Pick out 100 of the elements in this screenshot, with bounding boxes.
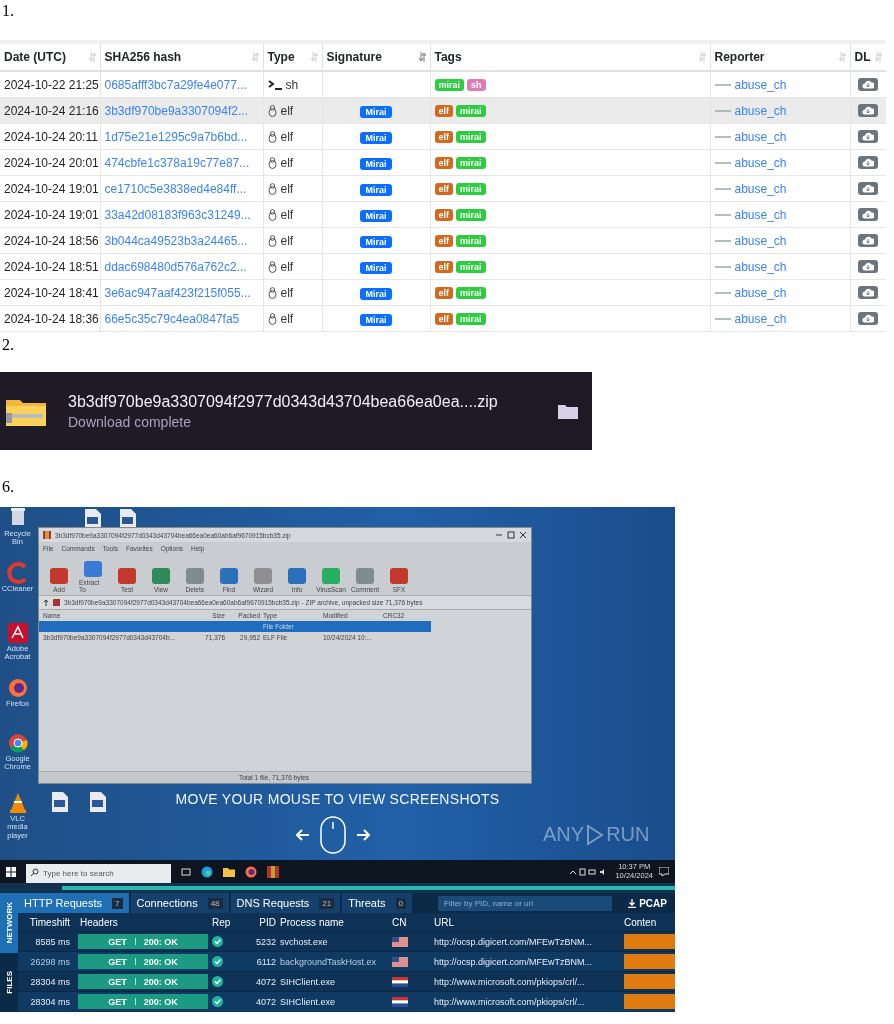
notification-icon[interactable] bbox=[659, 867, 669, 876]
close-icon[interactable] bbox=[519, 531, 527, 539]
archive-app-icon[interactable] bbox=[267, 865, 279, 878]
panel-tab[interactable]: Threats 0 bbox=[342, 893, 412, 913]
fox-globe-icon[interactable] bbox=[245, 865, 257, 878]
reporter-link[interactable]: abuse_ch bbox=[734, 311, 787, 326]
hash-link[interactable]: 474cbfe1c378a19c77e87... bbox=[104, 155, 250, 170]
column-header[interactable]: Timeshift bbox=[18, 916, 74, 928]
hash-link[interactable]: 1d75e21e1295c9a7b6bd... bbox=[104, 129, 248, 144]
table-row[interactable]: 2024-10-24 20:11 1d75e21e1295c9a7b6bd... elf Mirai elf mirai abuse_ch bbox=[0, 123, 886, 150]
document-icon[interactable] bbox=[90, 792, 106, 812]
tag[interactable]: elf bbox=[434, 260, 453, 273]
column-header[interactable]: SHA256 hash bbox=[104, 50, 182, 64]
document-icon[interactable] bbox=[85, 509, 101, 529]
column-header[interactable]: PID bbox=[244, 916, 280, 928]
side-tab[interactable]: NETWORK bbox=[0, 893, 18, 953]
filter-field[interactable]: Filter by PID, name or url bbox=[438, 895, 612, 911]
search-field[interactable]: Type here to search bbox=[26, 864, 171, 883]
folder-icon[interactable] bbox=[223, 866, 235, 877]
download-button[interactable] bbox=[858, 103, 878, 117]
hash-link[interactable]: ddac698480d576a762c2... bbox=[104, 259, 247, 274]
signature-badge[interactable]: Mirai bbox=[360, 261, 392, 274]
tag[interactable]: elf bbox=[434, 208, 453, 221]
panel-tab[interactable]: Connections 48 bbox=[130, 893, 229, 913]
reporter-link[interactable]: abuse_ch bbox=[734, 207, 787, 222]
column-header[interactable]: CN bbox=[392, 916, 428, 928]
column-header[interactable]: Type bbox=[267, 50, 295, 64]
table-row[interactable]: 2024-10-24 18:51 ddac698480d576a762c2... elf Mirai elf mirai abuse_ch bbox=[0, 253, 886, 280]
signature-badge[interactable]: Mirai bbox=[360, 313, 392, 326]
column-header[interactable]: URL bbox=[428, 916, 624, 928]
reporter-link[interactable]: abuse_ch bbox=[734, 181, 787, 196]
folder-icon[interactable] bbox=[558, 403, 578, 419]
table-row[interactable]: 2024-10-22 21:25 0685afff3bc7a29fe4e077... sh mirai sh abuse_ch bbox=[0, 71, 886, 98]
column-header[interactable]: DL bbox=[854, 50, 871, 64]
minimize-icon[interactable] bbox=[495, 531, 503, 539]
tag[interactable]: elf bbox=[434, 312, 453, 325]
cloud-download-icon bbox=[862, 209, 874, 219]
signature-badge[interactable]: Mirai bbox=[360, 157, 392, 170]
column-header[interactable]: Reporter bbox=[714, 50, 765, 64]
download-button[interactable] bbox=[858, 259, 878, 273]
reporter-link[interactable]: abuse_ch bbox=[734, 129, 787, 144]
reporter-link[interactable]: abuse_ch bbox=[734, 77, 787, 92]
reporter-link[interactable]: abuse_ch bbox=[734, 259, 787, 274]
download-button[interactable] bbox=[858, 77, 878, 91]
reporter-link[interactable]: abuse_ch bbox=[734, 155, 787, 170]
download-button[interactable] bbox=[858, 155, 878, 169]
hash-link[interactable]: 0685afff3bc7a29fe4e077... bbox=[104, 77, 247, 92]
reporter-link[interactable]: abuse_ch bbox=[734, 233, 787, 248]
tag[interactable]: elf bbox=[434, 104, 453, 117]
download-button[interactable] bbox=[858, 181, 878, 195]
process-name: SIHClient.exe bbox=[280, 976, 337, 987]
signature-badge[interactable]: Mirai bbox=[360, 131, 392, 144]
windows-logo-icon[interactable] bbox=[6, 866, 16, 877]
table-row[interactable]: 2024-10-24 20:01 474cbfe1c378a19c77e87... elf Mirai elf mirai abuse_ch bbox=[0, 149, 886, 176]
request-row[interactable]: 26298 ms GET 200: OK 6112 backgroundTaskHost.ex http://ocsp.digicert.com/MFEwTzBNM... bbox=[18, 951, 675, 971]
column-header[interactable]: Date (UTC) bbox=[4, 50, 66, 64]
table-row[interactable]: 2024-10-24 19:01 ce1710c5e3838ed4e84ff... elf Mirai elf mirai abuse_ch bbox=[0, 175, 886, 202]
pcap-button[interactable]: PCAP bbox=[622, 896, 675, 910]
up-arrow-icon[interactable] bbox=[43, 599, 49, 606]
column-header[interactable]: Conten bbox=[624, 916, 675, 928]
table-row[interactable]: 2024-10-24 18:56 3b044ca49523b3a24465... elf Mirai elf mirai abuse_ch bbox=[0, 227, 886, 254]
column-header[interactable]: Headers bbox=[74, 916, 212, 928]
reporter-link[interactable]: abuse_ch bbox=[734, 285, 787, 300]
download-button[interactable] bbox=[858, 129, 878, 143]
tag[interactable]: elf bbox=[434, 234, 453, 247]
download-button[interactable] bbox=[858, 207, 878, 221]
document-icon[interactable] bbox=[120, 509, 136, 529]
signature-badge[interactable]: Mirai bbox=[360, 183, 392, 196]
tag[interactable]: elf bbox=[434, 156, 453, 169]
column-header[interactable]: Tags bbox=[434, 50, 462, 64]
table-row[interactable]: 2024-10-24 18:41 3e6ac947aaf423f215f055... elf Mirai elf mirai abuse_ch bbox=[0, 279, 886, 306]
panel-tab[interactable]: DNS Requests 21 bbox=[230, 893, 341, 913]
signature-badge[interactable]: Mirai bbox=[360, 287, 392, 300]
document-icon[interactable] bbox=[52, 792, 68, 812]
request-row[interactable]: 28304 ms GET 200: OK 4072 SIHClient.exe http://www.microsoft.com/pkiops/crl/... bbox=[18, 991, 675, 1011]
hash-link[interactable]: 3e6ac947aaf423f215f055... bbox=[104, 285, 251, 300]
task-view-icon[interactable] bbox=[181, 866, 191, 877]
table-row[interactable]: 2024-10-24 18:36 66e5c35c79c4ea0847fa5 elf Mirai elf mirai abuse_ch bbox=[0, 305, 886, 332]
hash-link[interactable]: 33a42d08183f963c31249... bbox=[104, 207, 251, 222]
table-row[interactable]: 2024-10-24 21:16 3b3df970be9a3307094f2... elf Mirai elf mirai abuse_ch bbox=[0, 97, 886, 124]
tag[interactable]: elf bbox=[434, 286, 453, 299]
maximize-icon[interactable] bbox=[507, 531, 515, 539]
edge-browser-icon[interactable] bbox=[201, 865, 213, 878]
signature-badge[interactable]: Mirai bbox=[360, 235, 392, 248]
column-header[interactable]: Process name bbox=[280, 916, 392, 928]
column-header[interactable]: Rep bbox=[212, 916, 244, 928]
panel-tab[interactable]: HTTP Requests 7 bbox=[18, 893, 129, 913]
hash-link[interactable]: ce1710c5e3838ed4e84ff... bbox=[104, 181, 247, 196]
download-button[interactable] bbox=[858, 285, 878, 299]
download-button[interactable] bbox=[858, 311, 878, 325]
tag[interactable]: elf bbox=[434, 182, 453, 195]
signature-badge[interactable]: Mirai bbox=[360, 209, 392, 222]
sort-icon[interactable] bbox=[418, 52, 426, 62]
column-header[interactable]: Signature bbox=[326, 50, 382, 64]
signature-badge[interactable]: Mirai bbox=[360, 105, 392, 118]
download-button[interactable] bbox=[858, 233, 878, 247]
table-row[interactable]: 2024-10-24 19:01 33a42d08183f963c31249... elf Mirai elf mirai abuse_ch bbox=[0, 201, 886, 228]
tag[interactable]: elf bbox=[434, 130, 453, 143]
hash-link[interactable]: 3b044ca49523b3a24465... bbox=[104, 233, 248, 248]
hash-link[interactable]: 66e5c35c79c4ea0847fa5 bbox=[104, 311, 240, 326]
